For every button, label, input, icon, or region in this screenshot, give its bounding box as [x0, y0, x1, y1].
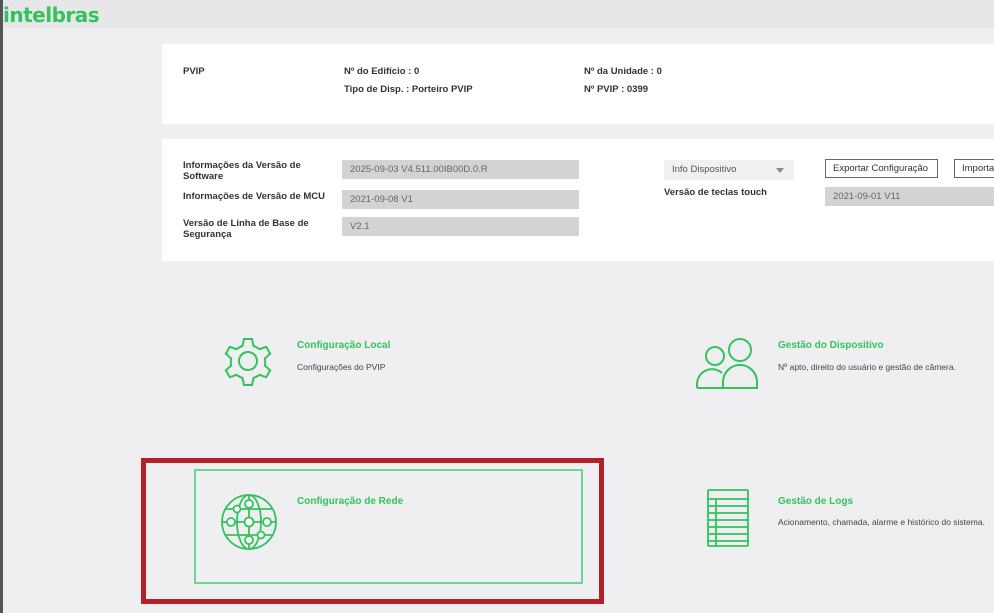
security-baseline-label: Versão de Linha de Base de Segurança	[183, 218, 309, 240]
users-icon	[695, 336, 765, 390]
top-bar: intelbras	[3, 0, 994, 28]
touch-keys-version-field: 2021-09-01 V11	[825, 187, 994, 206]
export-config-button[interactable]: Exportar Configuração	[825, 159, 938, 178]
tile-local-config-desc: Configurações do PVIP	[297, 362, 386, 372]
mcu-version-field: 2021-09-08 V1	[342, 190, 579, 209]
intelbras-logo: intelbras	[3, 3, 100, 27]
log-document-icon	[706, 488, 750, 548]
import-config-button[interactable]: Importar	[954, 159, 994, 178]
tile-local-config-title: Configuração Local	[297, 340, 391, 351]
unit-number: Nº da Unidade : 0	[584, 66, 662, 77]
device-model: PVIP	[183, 66, 205, 77]
building-number: Nº do Edifício : 0	[344, 66, 420, 77]
chevron-down-icon	[776, 168, 784, 173]
device-type: Tipo de Disp. : Porteiro PVIP	[344, 84, 473, 95]
tile-device-management-desc: Nº apto, direito do usuário e gestão de …	[778, 362, 956, 372]
tile-device-management-title: Gestão do Dispositivo	[778, 340, 884, 351]
window-left-edge	[0, 0, 3, 613]
network-globe-icon	[218, 491, 280, 553]
software-version-label: Informações da Versão de Software	[183, 160, 301, 182]
tile-log-management-title: Gestão de Logs	[778, 496, 854, 507]
security-baseline-field: V2.1	[342, 217, 579, 236]
version-info-card: Informações da Versão de Software 2025-0…	[162, 139, 994, 261]
tile-log-management-desc: Acionamento, chamada, alarme e histórico…	[778, 517, 985, 527]
info-device-select[interactable]: Info Dispositivo	[664, 160, 794, 180]
touch-keys-version-label: Versão de teclas touch	[664, 187, 767, 198]
tile-network-config[interactable]: Configuração de Rede	[194, 469, 583, 584]
info-device-select-value: Info Dispositivo	[672, 164, 737, 175]
mcu-version-label: Informações de Versão de MCU	[183, 191, 326, 202]
pvip-number: Nº PVIP : 0399	[584, 84, 649, 95]
tile-network-config-title: Configuração de Rede	[297, 496, 404, 507]
device-summary-card: PVIP Nº do Edifício : 0 Tipo de Disp. : …	[162, 44, 994, 124]
gear-icon	[217, 329, 279, 391]
software-version-field: 2025-09-03 V4.511.00IB00D.0.R	[342, 160, 579, 179]
